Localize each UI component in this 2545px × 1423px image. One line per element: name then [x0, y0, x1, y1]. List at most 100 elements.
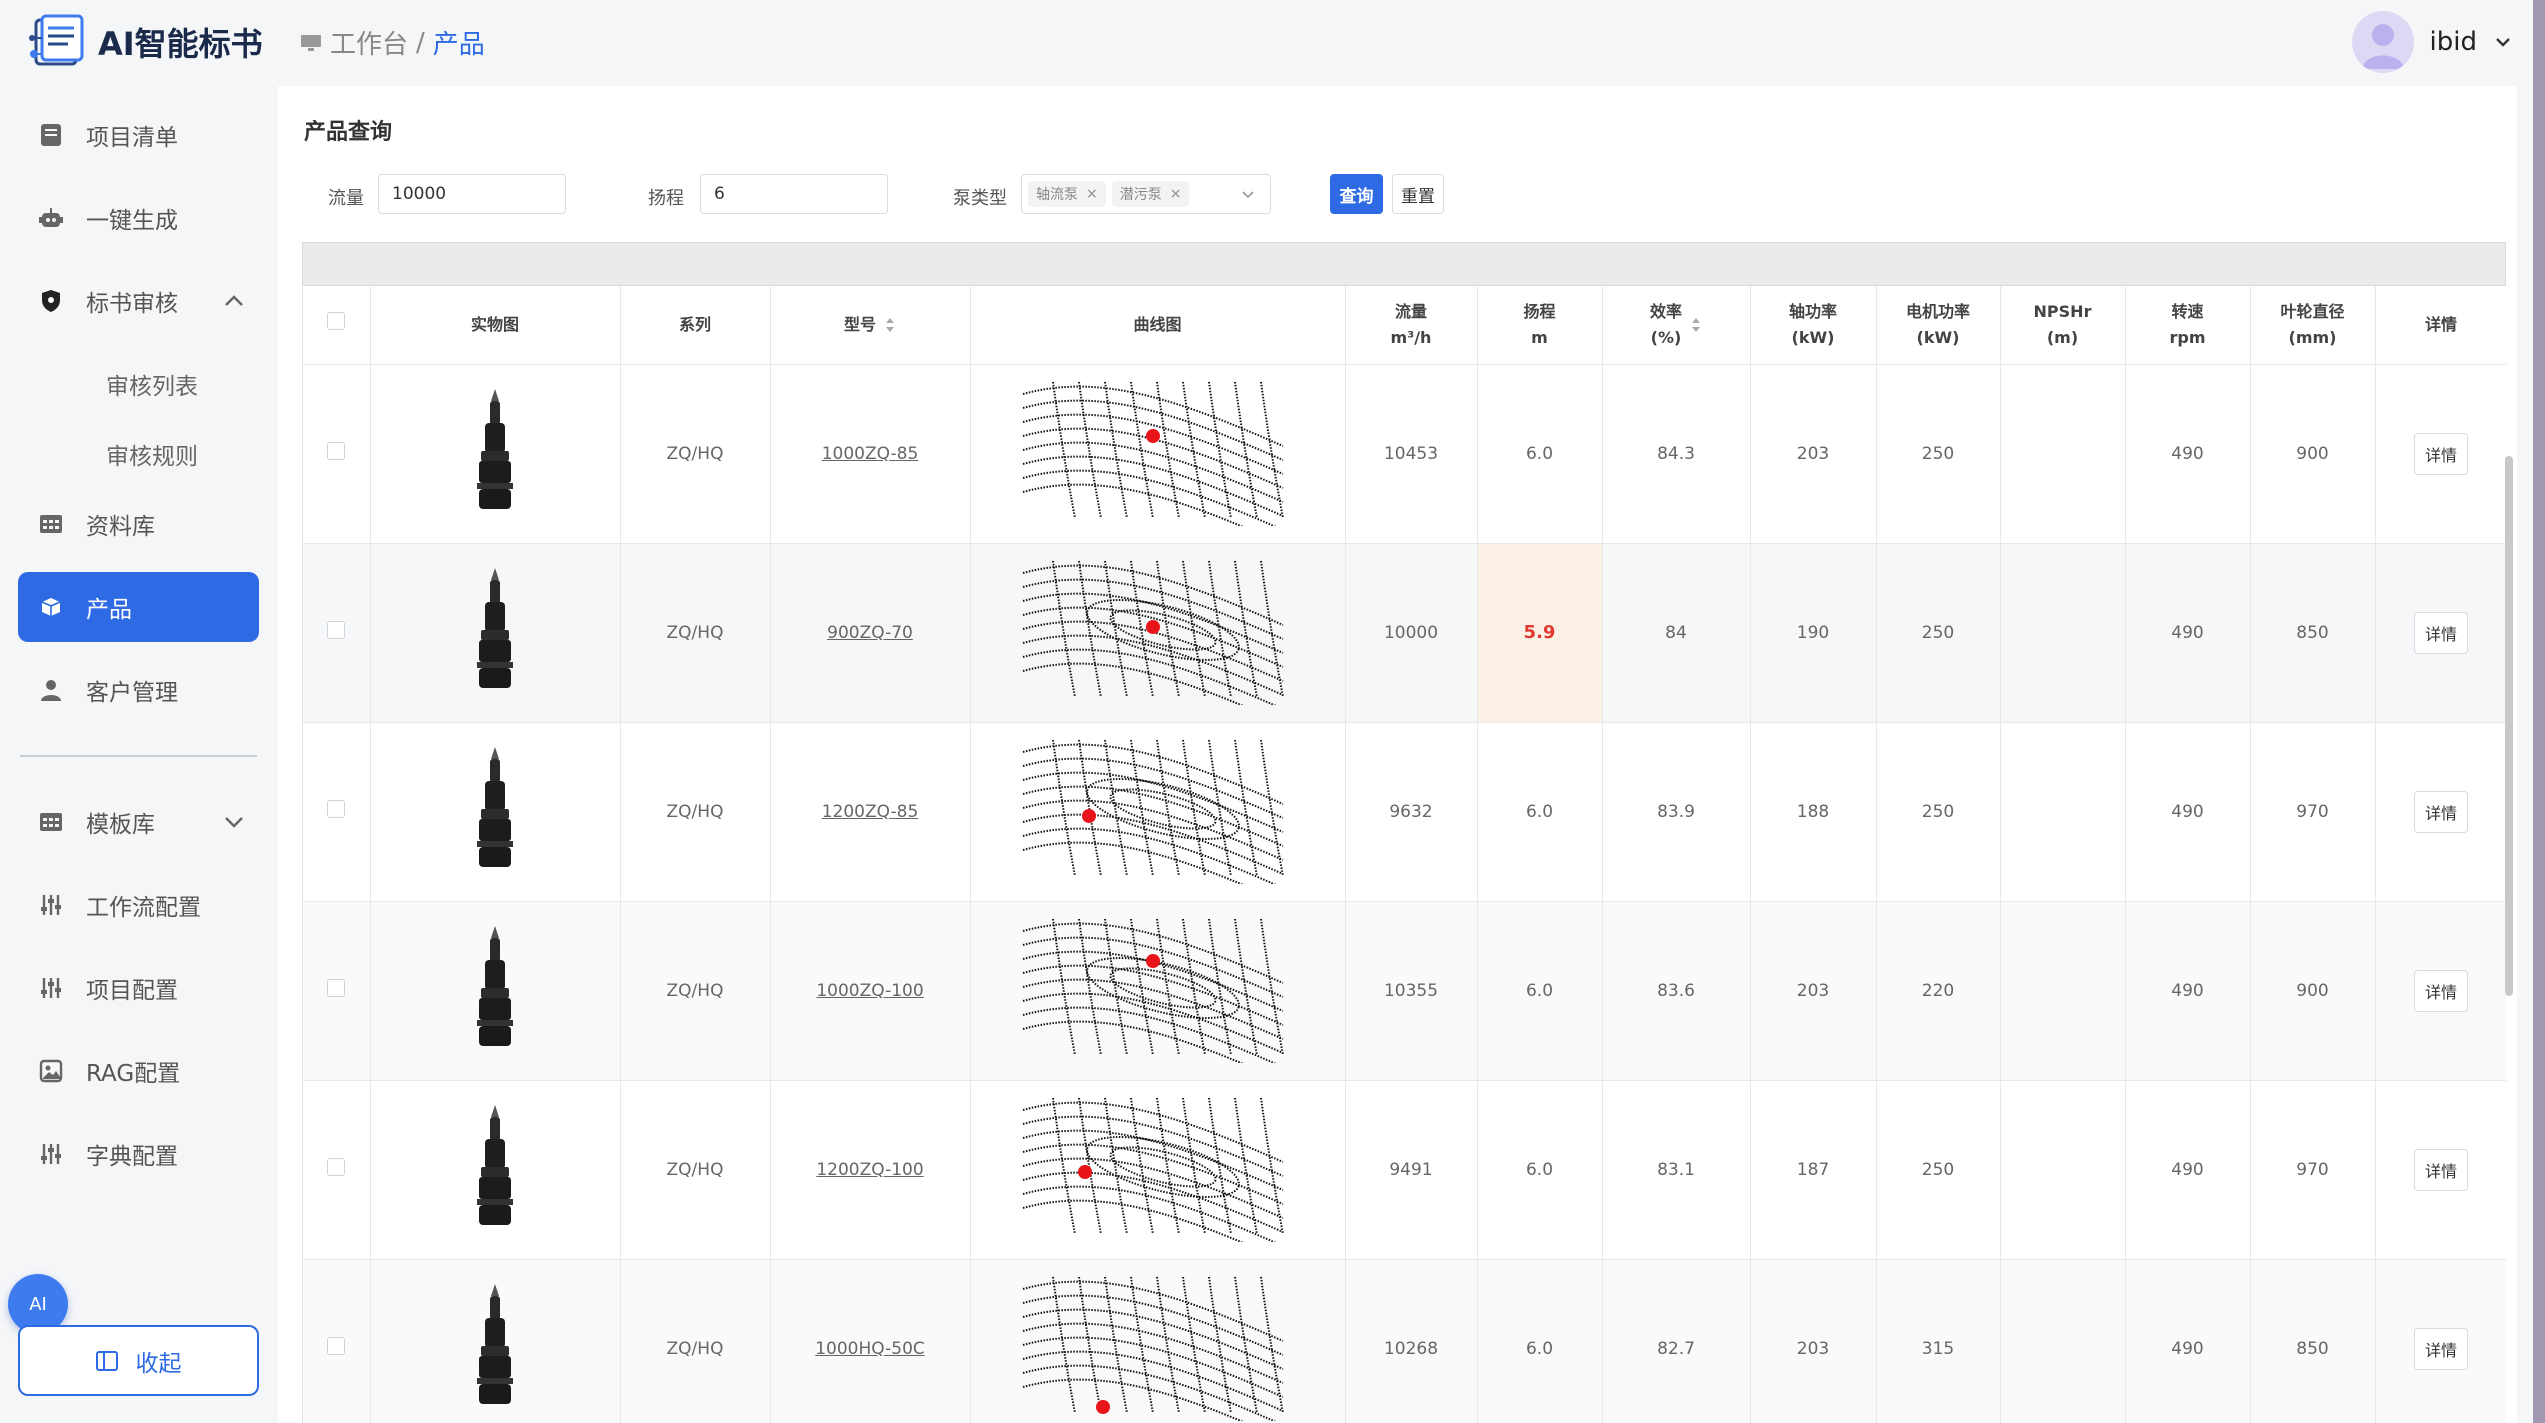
npshr-cell: [2000, 722, 2126, 902]
detail-button[interactable]: 详情: [2413, 1148, 2468, 1191]
pump-image: [477, 389, 513, 509]
motor-power-cell: 250: [1876, 543, 2001, 723]
model-link[interactable]: 900ZQ-70: [827, 623, 913, 643]
impeller-cell: 850: [2250, 1259, 2376, 1423]
detail-button[interactable]: 详情: [2413, 790, 2468, 833]
sidebar-item-products[interactable]: 产品: [18, 572, 259, 642]
sidebar-item-customer-management[interactable]: 客户管理: [18, 655, 259, 725]
header-label: 效率: [1649, 301, 1682, 321]
close-icon[interactable]: ×: [1086, 186, 1098, 202]
row-checkbox[interactable]: [327, 979, 346, 997]
products-table-container: 实物图 系列 型号 曲线图 流量 m³/h 扬程 m 效率 (%) 轴功率 (kW) 电…: [302, 286, 2506, 1423]
header-unit: m³/h: [1390, 327, 1432, 347]
row-checkbox[interactable]: [327, 1337, 346, 1355]
sidebar-item-workflow-config[interactable]: 工作流配置: [18, 870, 259, 940]
username: ibid: [2429, 27, 2477, 57]
query-filters: 流量 10000 扬程 6 泵类型 轴流泵 × 潜污泵 × 查询 重置: [278, 174, 2517, 218]
header-label: 流量: [1394, 301, 1427, 321]
row-checkbox[interactable]: [327, 1158, 346, 1176]
row-select-cell: [303, 543, 371, 723]
avatar[interactable]: [2351, 11, 2414, 73]
sidebar-item-rag-config[interactable]: RAG配置: [18, 1036, 259, 1106]
reset-button[interactable]: 重置: [1392, 174, 1444, 214]
sidebar-item-bid-review[interactable]: 标书审核: [18, 266, 259, 336]
header-model[interactable]: 型号: [770, 286, 971, 365]
detail-button[interactable]: 详情: [2413, 969, 2468, 1012]
table-row[interactable]: ZQ/HQ 1000HQ-50C 10268 6.0 82.7 203 315 490 850 详…: [303, 1259, 2506, 1423]
model-cell: 1000HQ-50C: [770, 1259, 971, 1423]
sidebar-collapse-icon: [95, 1350, 118, 1371]
sliders-icon: [38, 892, 64, 918]
detail-button[interactable]: 详情: [2413, 611, 2468, 654]
pump-type-select[interactable]: 轴流泵 × 潜污泵 ×: [1021, 174, 1271, 214]
operating-point: [1081, 809, 1096, 823]
flow-cell: 10453: [1345, 364, 1478, 544]
detail-cell: 详情: [2375, 364, 2506, 544]
sidebar-item-project-config[interactable]: 项目配置: [18, 953, 259, 1023]
row-checkbox[interactable]: [327, 442, 346, 460]
header-select: [303, 286, 371, 365]
table-row[interactable]: ZQ/HQ 1000ZQ-85 10453 6.0 84.3 203 250 490 900 详情: [303, 364, 2506, 545]
model-link[interactable]: 1200ZQ-85: [822, 802, 919, 822]
sort-icon[interactable]: [1690, 316, 1702, 334]
main-panel: 产品查询 流量 10000 扬程 6 泵类型 轴流泵 × 潜污泵 × 查询 重置: [278, 86, 2517, 1423]
table-row[interactable]: ZQ/HQ 1000ZQ-100 10355 6.0 83.6 203 220 490 900 详…: [303, 901, 2506, 1082]
pump-image: [477, 568, 513, 688]
sidebar-item-review-list[interactable]: 审核列表: [18, 349, 259, 419]
sidebar-item-one-click-generate[interactable]: 一键生成: [18, 183, 259, 253]
photo-cell: [370, 901, 621, 1081]
model-link[interactable]: 1000ZQ-85: [822, 444, 919, 464]
header-unit: (kW): [1916, 327, 1960, 347]
flow-cell: 10268: [1345, 1259, 1478, 1423]
search-button[interactable]: 查询: [1330, 174, 1383, 214]
head-input[interactable]: 6: [700, 174, 888, 214]
header-npshr: NPSHr (m): [2000, 286, 2126, 365]
model-link[interactable]: 1000ZQ-100: [816, 981, 923, 1001]
sort-icon[interactable]: [884, 316, 896, 334]
breadcrumb-current: 产品: [432, 30, 485, 60]
header-head: 扬程 m: [1477, 286, 1603, 365]
flow-input[interactable]: 10000: [378, 174, 566, 214]
motor-power-cell: 250: [1876, 1080, 2001, 1260]
row-select-cell: [303, 364, 371, 544]
pump-image: [477, 1284, 513, 1404]
shaft-power-cell: 190: [1750, 543, 1877, 723]
header-shaft-power: 轴功率 (kW): [1750, 286, 1877, 365]
sidebar-item-label: 资料库: [86, 514, 155, 540]
model-link[interactable]: 1200ZQ-100: [816, 1160, 923, 1180]
table-row[interactable]: ZQ/HQ 1200ZQ-100 9491 6.0 83.1 187 250 490 970 详情: [303, 1080, 2506, 1261]
robot-icon: [38, 205, 64, 231]
app-logo[interactable]: AI智能标书: [28, 14, 263, 70]
user-menu[interactable]: ibid: [2351, 10, 2513, 74]
pump-type-tag: 潜污泵 ×: [1111, 181, 1190, 207]
breadcrumb-home[interactable]: 工作台: [330, 24, 408, 61]
collapse-sidebar-button[interactable]: 收起: [18, 1325, 259, 1396]
detail-cell: 详情: [2375, 543, 2506, 723]
sidebar-item-dictionary-config[interactable]: 字典配置: [18, 1119, 259, 1189]
curve-cell: [970, 1080, 1346, 1261]
table-body: ZQ/HQ 1000ZQ-85 10453 6.0 84.3 203 250 490 900 详情…: [303, 364, 2506, 1423]
sidebar-item-project-list[interactable]: 项目清单: [18, 100, 259, 170]
row-checkbox[interactable]: [327, 621, 346, 639]
user-icon: [38, 677, 64, 703]
header-efficiency[interactable]: 效率 (%): [1602, 286, 1751, 365]
detail-button[interactable]: 详情: [2413, 432, 2468, 475]
shaft-power-cell: 188: [1750, 722, 1877, 902]
flow-cell: 10000: [1345, 543, 1478, 723]
table-row[interactable]: ZQ/HQ 900ZQ-70 10000 5.9 84 190 250 490 850 详情: [303, 543, 2506, 724]
head-cell: 5.9: [1477, 543, 1603, 723]
sidebar-item-library[interactable]: 资料库: [18, 489, 259, 559]
sidebar-item-template-library[interactable]: 模板库: [18, 787, 259, 857]
row-checkbox[interactable]: [327, 800, 346, 818]
pump-type-tag: 轴流泵 ×: [1028, 181, 1106, 207]
pump-image: [477, 1105, 513, 1225]
table-scrollbar[interactable]: [2505, 456, 2513, 996]
detail-button[interactable]: 详情: [2413, 1327, 2468, 1370]
close-icon[interactable]: ×: [1170, 186, 1182, 202]
header-flow: 流量 m³/h: [1345, 286, 1478, 365]
select-all-checkbox[interactable]: [327, 311, 346, 330]
shaft-power-cell: 187: [1750, 1080, 1877, 1260]
model-link[interactable]: 1000HQ-50C: [815, 1339, 925, 1359]
sidebar-item-review-rules[interactable]: 审核规则: [18, 419, 259, 489]
table-row[interactable]: ZQ/HQ 1200ZQ-85 9632 6.0 83.9 188 250 490 970 详情: [303, 722, 2506, 903]
